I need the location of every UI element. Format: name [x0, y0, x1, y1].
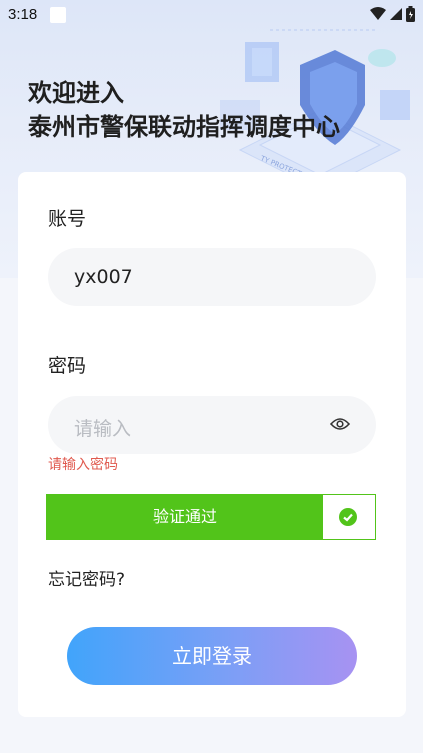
status-time: 3:18 — [8, 6, 38, 23]
password-error: 请输入密码 — [48, 457, 118, 473]
slider-verification[interactable]: 验证通过 — [46, 494, 376, 540]
check-circle-icon — [339, 508, 357, 526]
account-field[interactable]: yx007 — [48, 248, 376, 306]
welcome-line-1: 欢迎进入 — [28, 79, 124, 107]
password-label: 密码 — [48, 355, 87, 377]
battery-icon — [406, 6, 415, 22]
verify-text: 验证通过 — [152, 507, 217, 526]
notification-icon — [50, 7, 66, 23]
verify-handle[interactable] — [321, 495, 375, 539]
status-bar: 3:18 — [0, 0, 423, 30]
login-card: 账号 yx007 密码 请输入 请输入密码 验证通过 忘记密码? 立即登录 — [18, 172, 406, 717]
signal-icon — [390, 8, 402, 20]
account-label: 账号 — [48, 208, 87, 230]
account-value: yx007 — [74, 266, 133, 288]
password-field[interactable]: 请输入 — [48, 396, 376, 454]
welcome-line-2: 泰州市警保联动指挥调度中心 — [28, 113, 340, 141]
forgot-password-link[interactable]: 忘记密码? — [48, 565, 125, 590]
wifi-icon — [370, 7, 386, 20]
welcome-title: 欢迎进入 泰州市警保联动指挥调度中心 — [28, 76, 340, 144]
login-button[interactable]: 立即登录 — [67, 627, 357, 685]
password-placeholder: 请输入 — [74, 418, 132, 440]
show-password-eye-icon[interactable] — [330, 416, 350, 432]
